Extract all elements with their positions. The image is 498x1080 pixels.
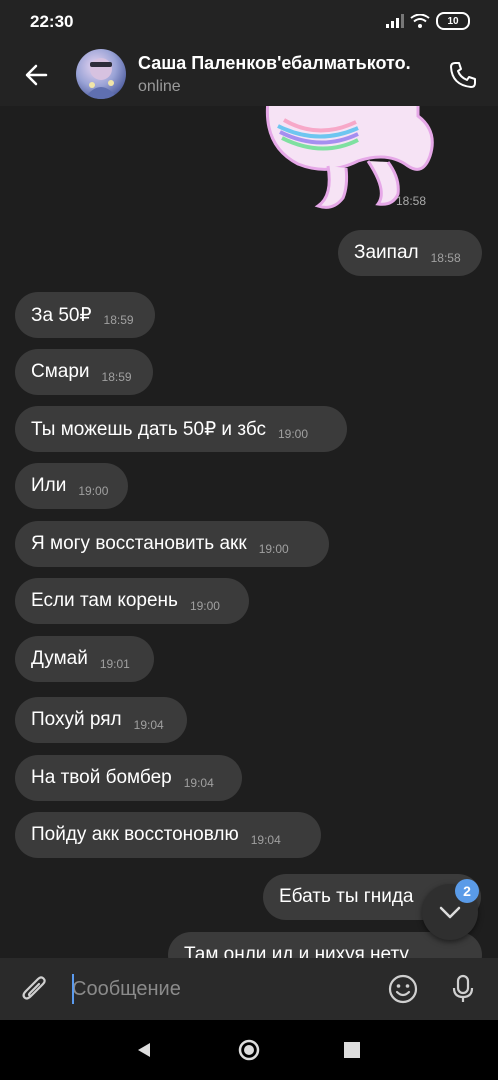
message-time: 19:04 bbox=[250, 833, 281, 847]
message-text: Там онли ид и нихуя нету bbox=[184, 944, 409, 958]
chat-header: Саша Паленков'ебалматькото. online bbox=[0, 44, 498, 106]
message-text: Смари bbox=[31, 361, 90, 382]
message-bubble[interactable]: Ты можешь дать 50₽ и збс 19:00 bbox=[15, 406, 347, 452]
message-bubble[interactable]: Смари 18:59 bbox=[15, 349, 153, 395]
message-text: Пойду акк восстоновлю bbox=[31, 824, 239, 845]
message-time: 19:04 bbox=[133, 718, 164, 732]
status-bar: 22:30 10 bbox=[0, 0, 498, 44]
message-text: Или bbox=[31, 475, 67, 496]
message-time: 18:59 bbox=[103, 313, 134, 327]
sticker-message[interactable]: 18:58 bbox=[258, 106, 448, 216]
mic-icon[interactable] bbox=[446, 972, 480, 1006]
nav-home-icon[interactable] bbox=[237, 1038, 261, 1062]
signal-icon bbox=[386, 14, 404, 28]
back-arrow-icon[interactable] bbox=[20, 58, 54, 92]
message-text: Думай bbox=[31, 648, 88, 669]
message-time: 19:00 bbox=[258, 542, 289, 556]
battery-icon: 10 bbox=[436, 12, 470, 30]
message-time: 19:01 bbox=[99, 657, 130, 671]
message-bubble[interactable]: Если там корень 19:00 bbox=[15, 578, 249, 624]
status-icons: 10 bbox=[386, 12, 470, 30]
nav-recents-icon[interactable] bbox=[344, 1042, 360, 1058]
contact-name[interactable]: Саша Паленков'ебалматькото. bbox=[138, 53, 438, 74]
message-bubble[interactable]: Пойду акк восстоновлю 19:04 bbox=[15, 812, 321, 858]
phone-icon[interactable] bbox=[446, 58, 480, 92]
message-text: Если там корень bbox=[31, 590, 178, 611]
message-text: За 50₽ bbox=[31, 304, 92, 326]
wifi-icon bbox=[410, 14, 430, 28]
message-time: 18:58 bbox=[395, 194, 426, 208]
message-bubble[interactable]: За 50₽ 18:59 bbox=[15, 292, 155, 338]
message-text: Ты можешь дать 50₽ и збс bbox=[31, 418, 266, 440]
message-composer bbox=[0, 958, 498, 1020]
message-bubble-outgoing[interactable]: Заипал 18:58 bbox=[338, 230, 482, 276]
emoji-icon[interactable] bbox=[386, 972, 420, 1006]
message-text: Ебать ты гнида bbox=[279, 886, 414, 907]
nav-back-icon[interactable] bbox=[134, 1040, 154, 1060]
message-time: 19:04 bbox=[183, 776, 214, 790]
attach-icon[interactable] bbox=[18, 972, 52, 1006]
message-time: 19:00 bbox=[78, 484, 109, 498]
message-time: 19:00 bbox=[189, 599, 220, 613]
status-time: 22:30 bbox=[30, 12, 74, 31]
message-text: Я могу восстановить акк bbox=[31, 533, 247, 554]
message-time: 18:58 bbox=[430, 251, 461, 265]
message-bubble[interactable]: На твой бомбер 19:04 bbox=[15, 755, 242, 801]
message-bubble[interactable]: Я могу восстановить акк 19:00 bbox=[15, 521, 329, 567]
avatar[interactable] bbox=[76, 49, 126, 99]
message-bubble[interactable]: Думай 19:01 bbox=[15, 636, 154, 682]
message-input[interactable] bbox=[72, 972, 372, 1006]
message-time: 18:59 bbox=[101, 370, 132, 384]
avatar-image bbox=[84, 58, 118, 99]
message-text: Похуй рял bbox=[31, 709, 122, 730]
message-list[interactable]: 18:58 Заипал 18:58 За 50₽ 18:59 Смари 18… bbox=[0, 106, 498, 958]
message-time: 19:00 bbox=[278, 427, 309, 441]
unread-count-badge: 2 bbox=[455, 879, 479, 903]
text-cursor bbox=[72, 974, 74, 1004]
message-text: Заипал bbox=[354, 242, 419, 263]
message-bubble[interactable]: Или 19:00 bbox=[15, 463, 128, 509]
message-bubble[interactable]: Похуй рял 19:04 bbox=[15, 697, 187, 743]
contact-status: online bbox=[138, 78, 181, 95]
system-nav-bar bbox=[0, 1020, 498, 1080]
message-text: На твой бомбер bbox=[31, 767, 172, 788]
